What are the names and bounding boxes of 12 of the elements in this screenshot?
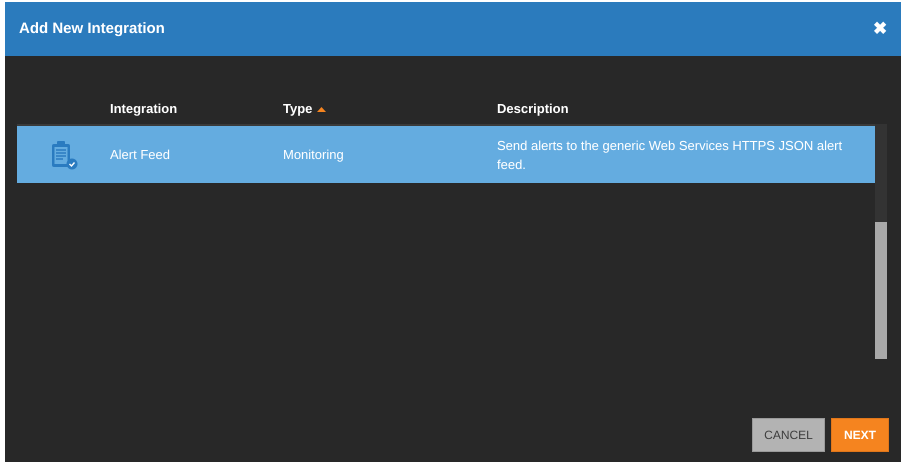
column-header[interactable]: Type <box>283 99 326 119</box>
table-cell-text: Alert Feed <box>110 146 171 164</box>
scrollbar-thumb[interactable] <box>875 222 887 359</box>
close-button[interactable]: ✖ <box>873 16 887 42</box>
sort-ascending-icon <box>317 106 326 112</box>
dialog-title: Add New Integration <box>19 18 165 39</box>
column-header[interactable]: Description <box>497 99 569 119</box>
cancel-button[interactable]: CANCEL <box>752 418 825 452</box>
table-cell-text: Send alerts to the generic Web Services HTTPS JSON alert feed. <box>497 136 844 174</box>
clipboard-check-icon <box>50 140 78 170</box>
table-cell-text: Monitoring <box>283 146 345 164</box>
column-header[interactable]: Integration <box>110 99 178 119</box>
